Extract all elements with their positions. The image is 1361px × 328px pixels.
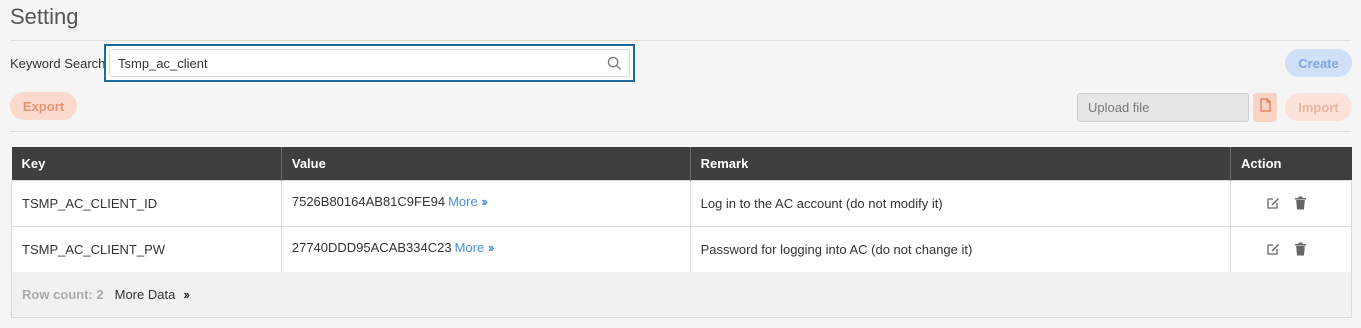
keyword-search-label: Keyword Search: [10, 56, 106, 71]
column-header-key: Key: [11, 147, 282, 180]
double-chevron-right-icon: ››: [487, 239, 495, 255]
double-chevron-right-icon: ››: [481, 193, 488, 209]
upload-file-placeholder: Upload file: [1088, 100, 1150, 115]
page-title: Setting: [10, 4, 79, 29]
search-icon[interactable]: [603, 52, 625, 74]
remark-cell: Log in to the AC account (do not modify …: [689, 179, 1232, 227]
create-button[interactable]: Create: [1285, 49, 1352, 77]
table-header-row: Key Value Remark Action: [11, 147, 1352, 180]
upload-file-field[interactable]: Upload file: [1077, 93, 1249, 122]
search-field-wrapper: [109, 49, 630, 77]
divider: [10, 40, 1351, 41]
edit-icon[interactable]: [1266, 242, 1280, 256]
table-row: TSMP_AC_CLIENT_PW 27740DDD95ACAB334C23 Mo…: [11, 225, 1352, 273]
remark-cell: Password for logging into AC (do not cha…: [689, 225, 1232, 273]
key-cell: TSMP_AC_CLIENT_PW: [11, 225, 282, 273]
key-cell: TSMP_AC_CLIENT_ID: [11, 179, 282, 227]
action-cell: [1230, 179, 1352, 227]
search-input[interactable]: [118, 55, 603, 71]
value-cell: 7526B80164AB81C9FE94 More ››: [280, 179, 691, 227]
column-header-action: Action: [1230, 147, 1352, 180]
file-icon: [1259, 98, 1271, 117]
value-text: 27740DDD95ACAB334C23: [291, 239, 452, 255]
action-cell: [1230, 225, 1352, 273]
import-button[interactable]: Import: [1285, 93, 1352, 121]
export-button[interactable]: Export: [10, 92, 77, 120]
row-count: Row count: 2: [22, 287, 104, 302]
edit-icon[interactable]: [1266, 196, 1280, 210]
more-data-button[interactable]: More Data ››: [114, 287, 190, 302]
column-header-value: Value: [281, 147, 691, 180]
column-header-remark: Remark: [690, 147, 1232, 180]
search-box: [104, 44, 635, 82]
double-chevron-right-icon: ››: [183, 287, 190, 302]
trash-icon[interactable]: [1294, 242, 1307, 256]
settings-table: Key Value Remark Action TSMP_AC_CLIENT_I…: [11, 147, 1352, 273]
table-row: TSMP_AC_CLIENT_ID 7526B80164AB81C9FE94 Mo…: [11, 179, 1352, 227]
more-data-label: More Data: [114, 287, 176, 302]
more-link[interactable]: More ››: [455, 239, 495, 255]
value-cell: 27740DDD95ACAB334C23 More ››: [280, 225, 691, 273]
more-link[interactable]: More ››: [448, 193, 488, 209]
value-text: 7526B80164AB81C9FE94: [291, 193, 446, 209]
divider: [10, 131, 1351, 132]
table-footer: Row count: 2 More Data ››: [11, 272, 1352, 318]
trash-icon[interactable]: [1294, 196, 1307, 210]
file-select-button[interactable]: [1253, 93, 1277, 122]
